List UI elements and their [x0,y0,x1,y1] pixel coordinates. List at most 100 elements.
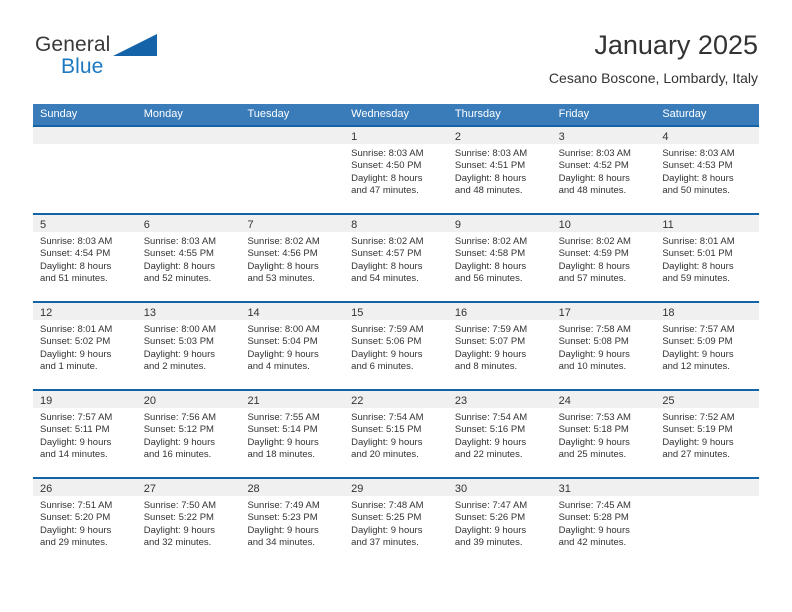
calendar-day-cell[interactable]: 27 Sunrise: 7:50 AM Sunset: 5:22 PM Dayligh… [136,479,241,565]
sunset-text: Sunset: 5:12 PM [143,424,214,436]
daylight-text-line1: Daylight: 9 hours [40,524,112,536]
daylight-text-line2: and 57 minutes. [558,273,627,285]
daylight-text-line1: Daylight: 9 hours [454,436,527,448]
day-number-band: 5 [33,215,137,232]
calendar-day-cell[interactable]: 23 Sunrise: 7:54 AM Sunset: 5:16 PM Dayligh… [447,391,552,477]
day-number-band: 4 [655,127,760,144]
daylight-text-line2: and 14 minutes. [40,449,108,461]
daylight-text-line2: and 47 minutes. [351,185,419,197]
day-number-band: 27 [136,479,241,496]
day-number: 25 [662,395,675,407]
day-number: 26 [40,483,53,495]
calendar-day-cell[interactable]: 15 Sunrise: 7:59 AM Sunset: 5:06 PM Dayligh… [344,303,448,389]
day-number: 23 [454,395,468,407]
day-number: 16 [454,307,468,319]
calendar-day-cell[interactable]: 5 Sunrise: 8:03 AM Sunset: 4:54 PM Daylight… [33,215,137,301]
sunset-text: Sunset: 5:16 PM [454,424,526,436]
day-sun-info: Sunrise: 7:57 AM Sunset: 5:11 PM Daylight:… [33,408,137,462]
calendar-day-cell[interactable]: 10 Sunrise: 8:02 AM Sunset: 4:59 PM Dayligh… [551,215,656,301]
day-sun-info: Sunrise: 8:03 AM Sunset: 4:50 PM Daylight:… [344,144,448,198]
calendar-day-cell[interactable]: 9 Sunrise: 8:02 AM Sunset: 4:58 PM Daylight… [447,215,552,301]
blue-triangle-icon [113,34,157,56]
day-sun-info: Sunrise: 7:54 AM Sunset: 5:16 PM Daylight:… [448,408,552,462]
calendar-day-cell[interactable]: 11 Sunrise: 8:01 AM Sunset: 5:01 PM Dayligh… [655,215,760,301]
sunrise-text: Sunrise: 8:02 AM [351,236,424,247]
page-title: January 2025 [594,30,758,60]
day-sun-info: Sunrise: 8:02 AM Sunset: 4:58 PM Daylight:… [448,232,552,286]
calendar-day-cell[interactable]: 18 Sunrise: 7:57 AM Sunset: 5:09 PM Dayligh… [655,303,760,389]
sunset-text: Sunset: 5:03 PM [143,336,214,348]
calendar-day-cell[interactable]: 17 Sunrise: 7:58 AM Sunset: 5:08 PM Dayligh… [551,303,656,389]
day-number: 8 [351,219,358,231]
calendar-day-cell[interactable]: 26 Sunrise: 7:51 AM Sunset: 5:20 PM Dayligh… [33,479,137,565]
day-number: 12 [40,307,53,319]
calendar-day-cell[interactable]: 28 Sunrise: 7:49 AM Sunset: 5:23 PM Dayligh… [240,479,345,565]
sunset-text: Sunset: 5:25 PM [351,512,422,524]
calendar-day-cell[interactable]: 7 Sunrise: 8:02 AM Sunset: 4:56 PM Daylight… [240,215,345,301]
day-number: 28 [247,483,260,495]
daylight-text-line1: Daylight: 8 hours [662,260,734,272]
day-number-band: 29 [344,479,448,496]
sunset-text: Sunset: 5:20 PM [40,512,111,524]
calendar-day-cell[interactable]: 25 Sunrise: 7:52 AM Sunset: 5:19 PM Dayligh… [655,391,760,477]
calendar-day-cell[interactable]: 4 Sunrise: 8:03 AM Sunset: 4:53 PM Daylight… [655,127,760,213]
day-number-band: 19 [33,391,137,408]
calendar-day-cell[interactable]: 14 Sunrise: 8:00 AM Sunset: 5:04 PM Dayligh… [240,303,345,389]
calendar-day-cell[interactable]: 6 Sunrise: 8:03 AM Sunset: 4:55 PM Daylight… [136,215,241,301]
daylight-text-line1: Daylight: 9 hours [558,348,630,360]
sunrise-text: Sunrise: 8:00 AM [247,324,320,335]
daylight-text-line2: and 37 minutes. [351,537,419,549]
calendar-day-cell[interactable]: 8 Sunrise: 8:02 AM Sunset: 4:57 PM Daylight… [344,215,448,301]
sunrise-text: Sunrise: 7:48 AM [351,500,424,511]
calendar-weeks: 1 Sunrise: 8:03 AM Sunset: 4:50 PM Daylight… [33,125,760,565]
daylight-text-line1: Daylight: 8 hours [247,260,319,272]
general-blue-logo[interactable]: General Blue [33,32,233,86]
day-number-band: 24 [551,391,656,408]
sunset-text: Sunset: 4:53 PM [662,160,733,172]
calendar-day-cell[interactable]: 1 Sunrise: 8:03 AM Sunset: 4:50 PM Daylight… [344,127,448,213]
calendar-day-cell-empty [33,127,137,213]
day-sun-info: Sunrise: 7:59 AM Sunset: 5:06 PM Daylight:… [344,320,448,374]
daylight-text-line2: and 1 minute. [40,361,98,373]
calendar-day-cell[interactable]: 29 Sunrise: 7:48 AM Sunset: 5:25 PM Dayligh… [344,479,448,565]
day-number-band [136,127,241,144]
sunrise-text: Sunrise: 8:03 AM [454,148,528,159]
calendar-day-cell[interactable]: 30 Sunrise: 7:47 AM Sunset: 5:26 PM Dayligh… [447,479,552,565]
calendar-day-cell[interactable]: 13 Sunrise: 8:00 AM Sunset: 5:03 PM Dayligh… [136,303,241,389]
sunset-text: Sunset: 4:55 PM [143,248,214,260]
daylight-text-line1: Daylight: 9 hours [351,348,423,360]
day-sun-info: Sunrise: 7:49 AM Sunset: 5:23 PM Daylight:… [240,496,344,550]
day-number-band: 13 [136,303,241,320]
daylight-text-line2: and 12 minutes. [662,361,730,373]
day-sun-info: Sunrise: 8:03 AM Sunset: 4:54 PM Daylight:… [33,232,137,286]
day-sun-info: Sunrise: 7:50 AM Sunset: 5:22 PM Daylight:… [137,496,241,550]
day-number-band: 22 [344,391,448,408]
day-number-band: 18 [655,303,760,320]
day-sun-info: Sunrise: 7:58 AM Sunset: 5:08 PM Daylight:… [552,320,656,374]
daylight-text-line2: and 32 minutes. [143,537,212,549]
day-number: 27 [143,483,156,495]
sunrise-text: Sunrise: 8:03 AM [143,236,217,247]
calendar-day-cell[interactable]: 20 Sunrise: 7:56 AM Sunset: 5:12 PM Dayligh… [136,391,241,477]
sunrise-text: Sunrise: 8:00 AM [143,324,217,335]
calendar-day-cell[interactable]: 24 Sunrise: 7:53 AM Sunset: 5:18 PM Dayligh… [551,391,656,477]
sunset-text: Sunset: 5:26 PM [454,512,526,524]
weekday-header-saturday: Saturday [662,108,707,120]
day-number-band: 15 [344,303,448,320]
day-number-band: 28 [240,479,345,496]
calendar-day-cell-empty [136,127,241,213]
daylight-text-line2: and 56 minutes. [454,273,523,285]
calendar-day-cell[interactable]: 21 Sunrise: 7:55 AM Sunset: 5:14 PM Dayligh… [240,391,345,477]
calendar-day-cell[interactable]: 22 Sunrise: 7:54 AM Sunset: 5:15 PM Dayligh… [344,391,448,477]
daylight-text-line1: Daylight: 9 hours [247,348,319,360]
calendar-page: General Blue January 2025 Cesano Boscone… [0,0,792,612]
calendar-day-cell[interactable]: 16 Sunrise: 7:59 AM Sunset: 5:07 PM Dayligh… [447,303,552,389]
calendar-day-cell[interactable]: 2 Sunrise: 8:03 AM Sunset: 4:51 PM Daylight… [447,127,552,213]
calendar-day-cell[interactable]: 3 Sunrise: 8:03 AM Sunset: 4:52 PM Daylight… [551,127,656,213]
calendar-day-cell[interactable]: 19 Sunrise: 7:57 AM Sunset: 5:11 PM Dayligh… [33,391,137,477]
day-number-band: 26 [33,479,137,496]
day-sun-info: Sunrise: 8:00 AM Sunset: 5:03 PM Daylight:… [137,320,241,374]
daylight-text-line2: and 25 minutes. [558,449,627,461]
calendar-day-cell[interactable]: 12 Sunrise: 8:01 AM Sunset: 5:02 PM Dayligh… [33,303,137,389]
calendar-day-cell[interactable]: 31 Sunrise: 7:45 AM Sunset: 5:28 PM Dayligh… [551,479,656,565]
